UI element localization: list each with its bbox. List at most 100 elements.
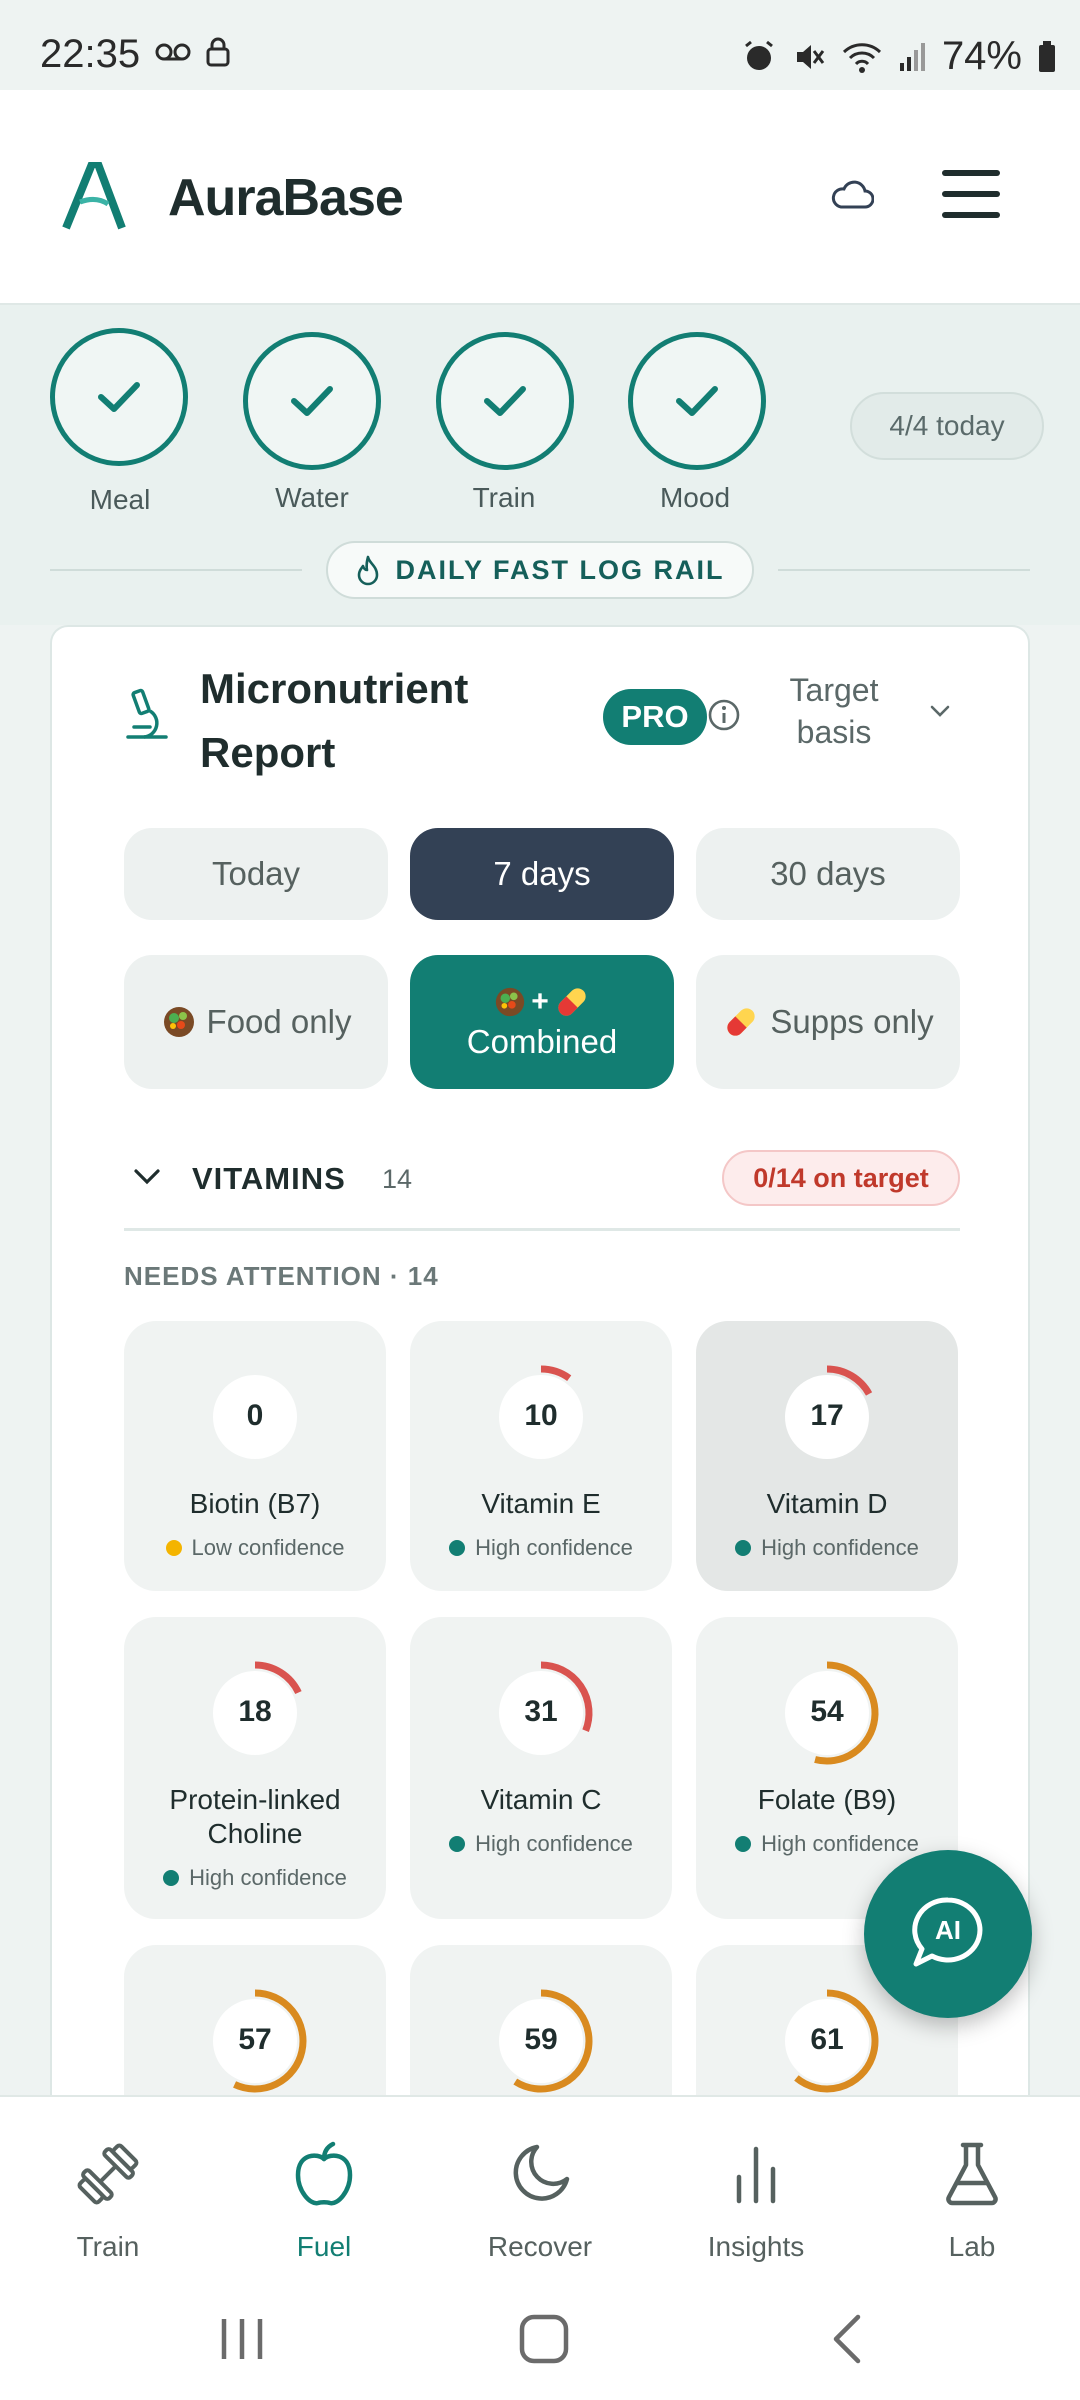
- nav-label: Lab: [948, 2231, 996, 2262]
- chevron-down-icon[interactable]: [132, 1167, 162, 1187]
- salad-bowl-icon: [496, 987, 525, 1017]
- nutrient-tile[interactable]: 59: [410, 1945, 672, 2095]
- rail-button-label: DAILY FAST LOG RAIL: [395, 554, 725, 585]
- nav-label: Recover: [487, 2231, 593, 2262]
- flame-icon: [358, 555, 379, 586]
- checkmark-icon: [98, 382, 140, 412]
- nutrient-value: 54: [810, 1695, 844, 1728]
- confidence-dot: [165, 1540, 182, 1556]
- divider: [778, 569, 1030, 571]
- voicemail-icon: [155, 43, 191, 61]
- flask-icon: [946, 2142, 998, 2206]
- nav-label: Fuel: [296, 2231, 352, 2262]
- app-header: AuraBase: [0, 90, 1080, 305]
- hamburger-menu-icon[interactable]: [942, 170, 1000, 222]
- nutrient-tile[interactable]: 31 Vitamin C High confidence: [410, 1617, 672, 1919]
- water-check-button[interactable]: [243, 332, 381, 470]
- info-icon[interactable]: [707, 698, 741, 732]
- target-basis-select[interactable]: Target basis: [764, 669, 904, 753]
- nutrient-name: Biotin (B7): [189, 1488, 321, 1519]
- confidence-label: High confidence: [475, 1831, 633, 1856]
- chat-bubble-icon: AI: [912, 1897, 983, 1967]
- range-tab-7-days[interactable]: 7 days: [410, 828, 674, 920]
- nutrient-value: 31: [524, 1695, 558, 1728]
- ai-assistant-button[interactable]: AI: [864, 1850, 1032, 2018]
- pill-icon: [558, 988, 586, 1016]
- nutrient-tile[interactable]: 18 Protein-linked Choline High confidenc…: [124, 1617, 386, 1919]
- needs-attention-label: NEEDS ATTENTION · 14: [124, 1261, 439, 1291]
- nutrient-tile[interactable]: 10 Vitamin E High confidence: [410, 1321, 672, 1591]
- cloud-icon[interactable]: [830, 180, 874, 210]
- nutrient-tile[interactable]: 0 Biotin (B7) Low confidence: [124, 1321, 386, 1591]
- nutrient-value: 0: [246, 1399, 264, 1432]
- confidence-indicator: High confidence: [410, 1535, 672, 1561]
- nav-train[interactable]: Train: [28, 2137, 188, 2262]
- nutrient-value: 18: [238, 1695, 272, 1728]
- nutrient-value: 61: [810, 2023, 844, 2056]
- report-title: Micronutrient Report: [200, 665, 469, 776]
- microscope-icon: [126, 688, 168, 739]
- nutrient-name: Protein-linked Choline: [169, 1784, 341, 1849]
- confidence-dot: [735, 1540, 752, 1556]
- train-check-button[interactable]: [436, 332, 574, 470]
- on-target-status-badge: 0/14 on target: [722, 1150, 960, 1206]
- source-tab-food-only[interactable]: Food only: [124, 955, 388, 1089]
- confidence-label: High confidence: [761, 1831, 919, 1856]
- source-tab-label: Food only: [206, 1003, 352, 1040]
- plus-sign: +: [531, 985, 549, 1018]
- nutrient-name: Vitamin C: [480, 1784, 602, 1815]
- nutrient-name: Vitamin D: [766, 1488, 888, 1519]
- divider: [50, 569, 302, 571]
- back-icon[interactable]: [826, 2313, 866, 2365]
- range-tab-today[interactable]: Today: [124, 828, 388, 920]
- battery-percent: 74%: [941, 34, 1022, 78]
- source-tab-supps-only[interactable]: Supps only: [696, 955, 960, 1089]
- pill-icon: [727, 1008, 756, 1036]
- system-navigation-bar: [0, 2285, 1080, 2400]
- checkmark-icon: [484, 386, 526, 416]
- nav-label: Insights: [707, 2231, 805, 2262]
- nav-insights[interactable]: Insights: [676, 2137, 836, 2262]
- status-time: 22:35: [40, 32, 141, 76]
- confidence-dot: [163, 1870, 180, 1886]
- home-icon[interactable]: [518, 2313, 570, 2365]
- checkmark-icon: [291, 386, 333, 416]
- nutrient-name: Folate (B9): [757, 1784, 897, 1815]
- checklist-label: Water: [275, 482, 349, 513]
- daily-fast-log-rail-button[interactable]: DAILY FAST LOG RAIL: [326, 541, 754, 599]
- meal-check-button[interactable]: [50, 328, 188, 466]
- nutrient-value: 59: [524, 2023, 558, 2056]
- signal-icon: [899, 42, 925, 71]
- chevron-down-icon[interactable]: [928, 703, 952, 719]
- source-tab-label: Supps only: [770, 1003, 934, 1040]
- aurabase-logo-icon[interactable]: [62, 162, 126, 230]
- confidence-label: High confidence: [189, 1865, 347, 1890]
- nav-label: Train: [76, 2231, 140, 2262]
- checklist-progress-badge: 4/4 today: [850, 392, 1044, 460]
- alarm-icon: [745, 40, 773, 70]
- confidence-dot: [449, 1836, 466, 1852]
- nav-fuel[interactable]: Fuel: [244, 2137, 404, 2262]
- nutrient-value: 10: [524, 1399, 558, 1432]
- moon-icon: [513, 2144, 570, 2201]
- source-tab-combined[interactable]: + Combined: [410, 955, 674, 1089]
- nutrient-name: Vitamin E: [481, 1488, 601, 1519]
- nutrient-tile[interactable]: 17 Vitamin D High confidence: [696, 1321, 958, 1591]
- dumbbell-icon: [77, 2143, 139, 2205]
- recent-apps-icon[interactable]: [218, 2315, 266, 2363]
- nav-lab[interactable]: Lab: [892, 2137, 1052, 2262]
- checklist-label: Mood: [659, 482, 731, 513]
- confidence-label: Low confidence: [191, 1535, 345, 1560]
- micronutrient-report-card: Micronutrient Report PRO Target basis To…: [50, 625, 1030, 2095]
- checklist-label: Meal: [89, 484, 151, 515]
- range-tab-30-days[interactable]: 30 days: [696, 828, 960, 920]
- bar-chart-icon: [736, 2146, 776, 2204]
- brand-name: AuraBase: [168, 169, 404, 227]
- lock-icon: [206, 37, 230, 67]
- mood-check-button[interactable]: [628, 332, 766, 470]
- confidence-dot: [449, 1540, 466, 1556]
- confidence-label: High confidence: [475, 1535, 633, 1560]
- nav-recover[interactable]: Recover: [460, 2137, 620, 2262]
- nutrient-tile[interactable]: 57: [124, 1945, 386, 2095]
- apple-icon: [295, 2141, 353, 2206]
